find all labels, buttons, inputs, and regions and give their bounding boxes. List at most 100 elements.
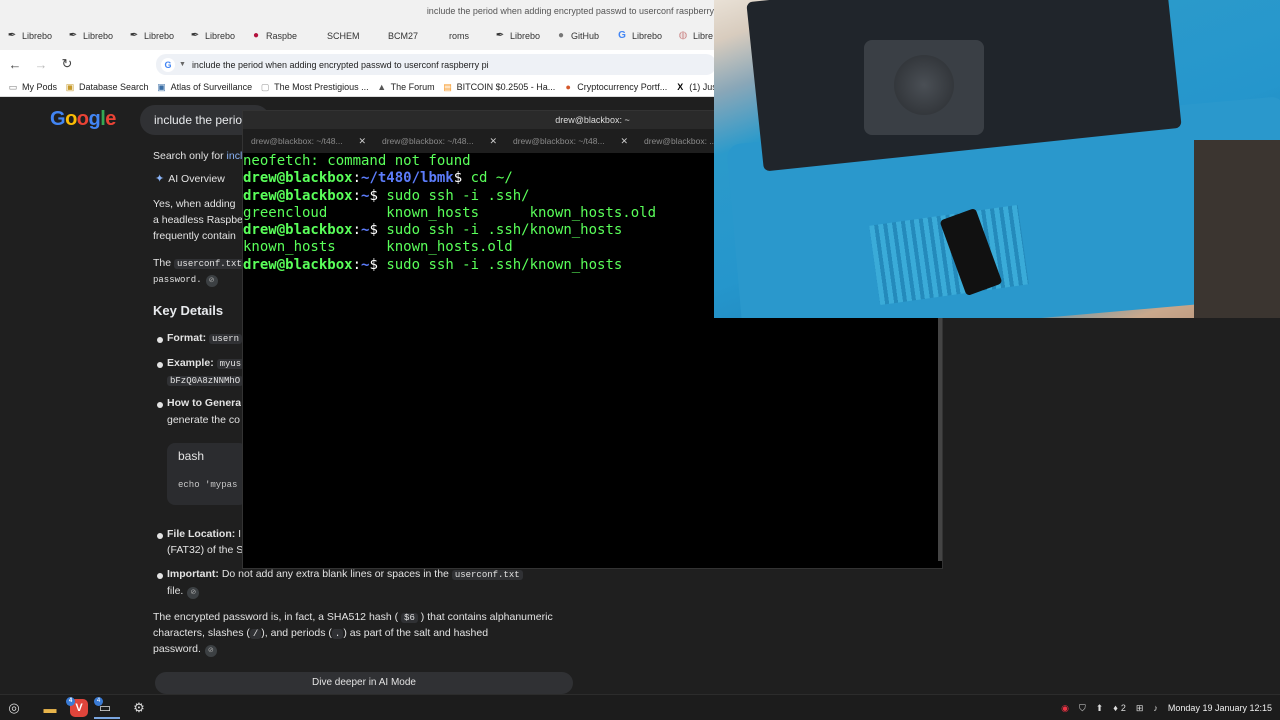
bullet <box>157 402 163 408</box>
link-icon[interactable]: ⊘ <box>204 645 217 657</box>
file-location-line: File Location: I <box>167 526 241 542</box>
terminal-tab-label: drew@blackbox: ~/t48... <box>251 136 343 146</box>
bookmark-item[interactable]: ▭ My Pods <box>8 82 57 92</box>
atlas-icon: ▣ <box>157 82 166 92</box>
vivaldi-icon[interactable]: V4 <box>66 697 88 717</box>
final-paragraph-line: password. ⊘ <box>153 641 217 657</box>
terminal-tab[interactable]: drew@blackbox: ~/t48... ✕ <box>505 129 636 153</box>
format-label: Format: <box>167 332 207 344</box>
window-title: include the period when adding encrypted… <box>0 0 716 22</box>
browser-tab[interactable]: ✒ Librebo <box>126 24 187 48</box>
search-only-for-label: Search only for <box>153 150 224 162</box>
browser-tab[interactable]: ✒ Librebo <box>492 24 553 48</box>
inline-code: usern <box>209 334 243 344</box>
final-text: ), and periods ( <box>261 627 332 639</box>
address-bar[interactable]: G ▼ include the period when adding encry… <box>156 54 716 75</box>
forward-arrow-icon[interactable]: → <box>30 53 52 75</box>
inline-code: / <box>249 629 262 639</box>
network-icon[interactable]: ⊞ <box>1136 703 1144 714</box>
browser-tab[interactable]: ✒ Librebo <box>4 24 65 48</box>
update-icon[interactable]: ⬆ <box>1096 703 1104 714</box>
close-icon[interactable]: ✕ <box>620 136 628 147</box>
bookmark-item[interactable]: ● Cryptocurrency Portf... <box>563 82 668 92</box>
bookmark-label: My Pods <box>22 82 58 92</box>
howto-line: How to Genera <box>167 395 241 411</box>
code-language: bash <box>178 449 205 463</box>
browser-tab[interactable]: BCM27 <box>370 24 431 48</box>
browser-tab[interactable]: ◍ Libre <box>675 24 716 48</box>
link-icon[interactable]: ⊘ <box>187 587 200 599</box>
bookmark-item[interactable]: ▣ Atlas of Surveillance <box>157 82 252 92</box>
terminal-icon[interactable]: ▭ 4 <box>94 697 114 717</box>
terminal-tab-label: drew@blackbox: ~/t48... <box>513 136 605 146</box>
taskbar: ◎ ▬ V4 ▭ 4 ⚙ ◉ ⛉ ⬆ ♦ 2 ⊞ ♪ Monday 19 Janu… <box>0 694 1280 720</box>
fan-rotor-shape <box>894 55 954 115</box>
browser-tab[interactable]: ● Raspbe <box>248 24 309 48</box>
code-block: bash echo 'mypas <box>167 443 247 505</box>
ai-overview-header: ✦ AI Overview <box>155 171 225 187</box>
important-text: Do not add any extra blank lines or spac… <box>221 568 449 580</box>
terminal-text: greencloud known_hosts known_hosts.old <box>243 204 657 221</box>
terminal-tab[interactable]: drew@blackbox: ~/t48... ✕ <box>374 129 505 153</box>
back-arrow-icon[interactable]: ← <box>4 53 26 75</box>
final-paragraph-line: The encrypted password is, in fact, a SH… <box>153 609 553 626</box>
bullet <box>157 337 163 343</box>
google-logo[interactable]: Google <box>50 108 116 131</box>
close-icon[interactable]: ✕ <box>358 136 366 147</box>
final-text: characters, slashes ( <box>153 627 250 639</box>
notifications-icon[interactable]: ♦ <box>1113 703 1118 713</box>
settings-icon[interactable]: ⚙ <box>130 699 148 717</box>
howto-line-2: generate the co <box>167 414 240 426</box>
link-icon[interactable]: ⊘ <box>205 275 218 287</box>
bookmark-item[interactable]: X (1) Jus <box>675 82 716 92</box>
folder-icon[interactable]: ▬ <box>41 699 59 717</box>
file-location-text: I <box>238 528 242 540</box>
shield-icon[interactable]: ⛉ <box>1079 703 1086 714</box>
tab-label: Librebo <box>83 31 114 41</box>
clock[interactable]: Monday 19 January 12:15 <box>1168 703 1272 713</box>
final-paragraph-line: characters, slashes (/), and periods (.)… <box>153 625 488 642</box>
reload-icon[interactable]: ↻ <box>56 53 78 75</box>
address-text: include the period when adding encrypted… <box>191 59 489 70</box>
volume-icon[interactable]: ♪ <box>1153 703 1158 713</box>
bookmark-item[interactable]: ▲ The Forum <box>377 82 435 92</box>
close-icon[interactable]: ✕ <box>489 136 497 147</box>
terminal-scrollbar[interactable] <box>938 311 942 561</box>
prompt-user: drew@blackbox <box>243 170 353 187</box>
overview-text: The userconf.txt <box>153 255 245 272</box>
webcam-overlay <box>714 0 1280 318</box>
search-only-for-line: Search only for incl <box>153 148 242 164</box>
bookmark-label: BITCOIN $0.2505 - Ha... <box>456 82 556 92</box>
prompt-user: drew@blackbox <box>243 187 353 204</box>
overview-text: password. ⊘ <box>153 271 218 288</box>
bookmark-item[interactable]: ▤ BITCOIN $0.2505 - Ha... <box>443 82 556 92</box>
browser-tab[interactable]: ✒ Librebo <box>187 24 248 48</box>
dive-deeper-button[interactable]: Dive deeper in AI Mode <box>155 672 573 694</box>
browser-tab[interactable]: ● GitHub <box>553 24 614 48</box>
browser-tab[interactable]: ✒ Librebo <box>65 24 126 48</box>
bookmark-item[interactable]: ▢ The Most Prestigious ... <box>260 82 369 92</box>
ai-overview-label: AI Overview <box>168 173 225 185</box>
terminal-text: known_hosts known_hosts.old <box>243 239 513 256</box>
system-tray: ◉ ⛉ ⬆ ♦ 2 ⊞ ♪ Monday 19 January 12:15 <box>1051 695 1272 720</box>
bookmark-label: Database Search <box>79 82 149 92</box>
page-icon: ◍ <box>678 30 688 41</box>
bookmark-item[interactable]: ▣ Database Search <box>65 82 149 92</box>
browser-tab[interactable]: roms <box>431 24 492 48</box>
google-icon: G <box>161 57 175 72</box>
tab-label: GitHub <box>571 31 600 41</box>
menu-icon[interactable]: ◎ <box>5 699 23 717</box>
inline-code: userconf.txt <box>451 570 523 580</box>
file-location-line-2: (FAT32) of the S <box>167 544 244 556</box>
bookmark-label: The Forum <box>390 82 435 92</box>
tab-label: Librebo <box>205 31 236 41</box>
search-only-link[interactable]: incl <box>227 150 243 162</box>
howto-label: How to Genera <box>167 397 242 409</box>
sparkle-icon: ✦ <box>155 173 165 185</box>
chevron-down-icon[interactable]: ▼ <box>179 61 186 68</box>
browser-tab[interactable]: SCHEM <box>309 24 370 48</box>
bookmark-label: (1) Jus <box>689 82 716 92</box>
browser-tab[interactable]: G Librebo <box>614 24 675 48</box>
terminal-tab[interactable]: drew@blackbox: ~/t48... ✕ <box>243 129 374 153</box>
record-icon[interactable]: ◉ <box>1061 703 1069 714</box>
